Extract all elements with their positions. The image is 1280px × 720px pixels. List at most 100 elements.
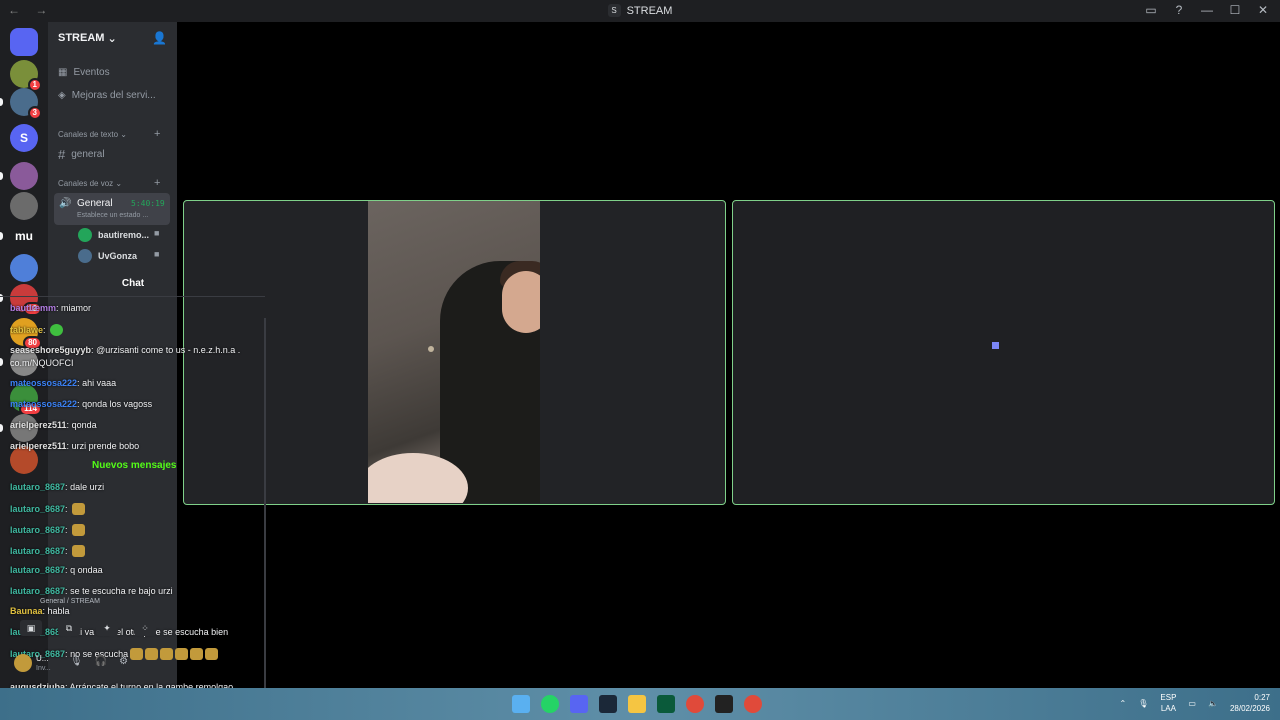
gear-icon[interactable]: ⚙ [119, 656, 128, 667]
close-button[interactable]: ✕ [1256, 3, 1270, 17]
language-indicator[interactable]: ESP LAA [1160, 692, 1176, 714]
chrome-icon[interactable] [686, 695, 704, 713]
voice-channel-general[interactable]: 🔊 General 5:40:19 Establece un estado ..… [54, 193, 170, 225]
clock[interactable]: 0:27 28/02/2026 [1230, 692, 1270, 714]
whatsapp-icon[interactable] [541, 695, 559, 713]
server-header[interactable]: STREAM ⌄ 👤 [48, 22, 177, 54]
add-member-icon[interactable]: 👤 [152, 31, 167, 45]
server-icon[interactable] [10, 254, 38, 282]
chevron-up-icon[interactable]: ⌃ [1120, 699, 1127, 708]
emote-icon [72, 503, 86, 515]
emote-icon [190, 648, 204, 660]
help-icon[interactable]: ? [1172, 3, 1186, 17]
maximize-button[interactable]: ☐ [1228, 3, 1242, 17]
voice-status[interactable]: Establece un estado ... [77, 212, 148, 219]
chat-username[interactable]: mateossosa222 [10, 378, 77, 388]
chat-username[interactable]: lautaro_8687 [10, 565, 65, 575]
taskbar: ⌃ 🎙 ESP LAA ▭ 🔈 0:27 28/02/2026 [0, 688, 1280, 720]
chat-username[interactable]: tablawe [10, 325, 43, 335]
server-icon[interactable]: 3 [10, 88, 42, 120]
minimize-button[interactable]: — [1200, 3, 1214, 17]
audio-controls: 🎙 🎧 ⚙ [70, 656, 128, 667]
chat-username[interactable]: bautiremm [10, 303, 56, 313]
chat-username[interactable]: lautaro_8687 [10, 482, 65, 492]
chat-message: lautaro_8687: q ondaa [10, 565, 103, 575]
unread-pill [0, 358, 3, 366]
camera-icon: ■ [154, 228, 160, 238]
events-label: Eventos [73, 67, 110, 78]
chat-username[interactable]: arielperez511 [10, 420, 67, 430]
server-icon: S [607, 4, 621, 17]
windows-icon[interactable] [512, 695, 530, 713]
channel-general-label: general [71, 149, 105, 160]
new-messages-divider: Nuevos mensajes [92, 460, 177, 471]
chat-message: arielperez511: qonda [10, 420, 97, 430]
emote-icon [72, 524, 86, 536]
chat-message: lautaro_8687: [10, 503, 86, 515]
unread-pill [0, 98, 3, 106]
avatar [78, 249, 92, 263]
chat-text: q ondaa [70, 565, 103, 575]
divider [264, 318, 266, 690]
events-item[interactable]: ▦ Eventos [58, 67, 110, 78]
server-icon[interactable] [10, 192, 38, 220]
chat-username[interactable]: lautaro_8687 [10, 504, 65, 514]
microphone-icon[interactable]: 🎙 [70, 656, 83, 667]
calendar-icon: ▦ [58, 67, 68, 78]
inbox-icon[interactable]: ▭ [1144, 3, 1158, 17]
chrome-2-icon[interactable] [744, 695, 762, 713]
soundboard-button[interactable]: ⁘ [134, 620, 156, 636]
chat-text: qonda [71, 420, 97, 430]
server-icon[interactable] [10, 28, 38, 56]
unread-pill [0, 424, 3, 432]
divider [0, 296, 265, 297]
discord-icon[interactable] [570, 695, 588, 713]
chat-username[interactable]: lautaro_8687 [10, 546, 65, 556]
add-channel-icon[interactable]: + [154, 128, 160, 140]
lang-bottom: LAA [1160, 704, 1176, 713]
microphone-icon[interactable]: 🎙 [1138, 699, 1148, 708]
screen-share-button[interactable]: ⧉ [58, 620, 80, 636]
app-icon[interactable] [657, 695, 675, 713]
video-tile[interactable] [732, 200, 1275, 505]
camera-icon: ■ [154, 249, 160, 259]
user-status: Inv... [36, 665, 51, 672]
voice-user[interactable]: UvGonza ■ [78, 249, 159, 263]
chat-username[interactable]: mateossosa222 [10, 399, 77, 409]
camera-button[interactable]: ▣ [20, 620, 42, 636]
voice-category[interactable]: Canales de voz ⌄ + [58, 177, 160, 189]
add-voice-channel-icon[interactable]: + [154, 177, 160, 189]
chat-username[interactable]: lautaro_8687 [10, 525, 65, 535]
network-icon[interactable]: ▭ [1188, 699, 1196, 708]
activities-button[interactable]: ✦ [96, 620, 118, 636]
boost-icon: ◈ [58, 90, 66, 101]
boosts-item[interactable]: ◈ Mejoras del servi... [58, 90, 156, 101]
chat-text: dale urzi [70, 482, 105, 492]
text-category[interactable]: Canales de texto ⌄ + [58, 128, 160, 140]
title-bar: ← → S STREAM ▭ ? — ☐ ✕ [0, 0, 1280, 22]
channel-general[interactable]: # general [58, 147, 105, 162]
window-title: S STREAM [0, 4, 1280, 17]
server-icon[interactable]: S [10, 124, 38, 152]
server-icon[interactable] [10, 162, 38, 190]
chat-username[interactable]: seaseshore5guyyb [10, 345, 91, 355]
server-icon[interactable]: mu [10, 222, 38, 250]
headphones-icon[interactable]: 🎧 [95, 656, 107, 667]
chat-text: ahi vaaa [82, 378, 117, 388]
unread-pill [0, 172, 3, 180]
epic-icon[interactable] [715, 695, 733, 713]
voice-user[interactable]: bautiremo... ■ [78, 228, 159, 242]
chat-username[interactable]: arielperez511 [10, 441, 67, 451]
steam-icon[interactable] [599, 695, 617, 713]
volume-icon[interactable]: 🔈 [1208, 699, 1218, 708]
speaker-icon: 🔊 [59, 198, 72, 209]
server-icon[interactable]: 1 [10, 60, 42, 92]
voice-category-label: Canales de voz [58, 179, 114, 188]
boosts-label: Mejoras del servi... [71, 90, 156, 101]
voice-user-name: UvGonza [98, 251, 138, 261]
voice-user-name: bautiremo... [98, 230, 150, 240]
current-user[interactable]: U... Inv... [14, 654, 51, 672]
explorer-icon[interactable] [628, 695, 646, 713]
chat-text: qonda los vagoss [82, 399, 153, 409]
text-category-label: Canales de texto [58, 130, 119, 139]
